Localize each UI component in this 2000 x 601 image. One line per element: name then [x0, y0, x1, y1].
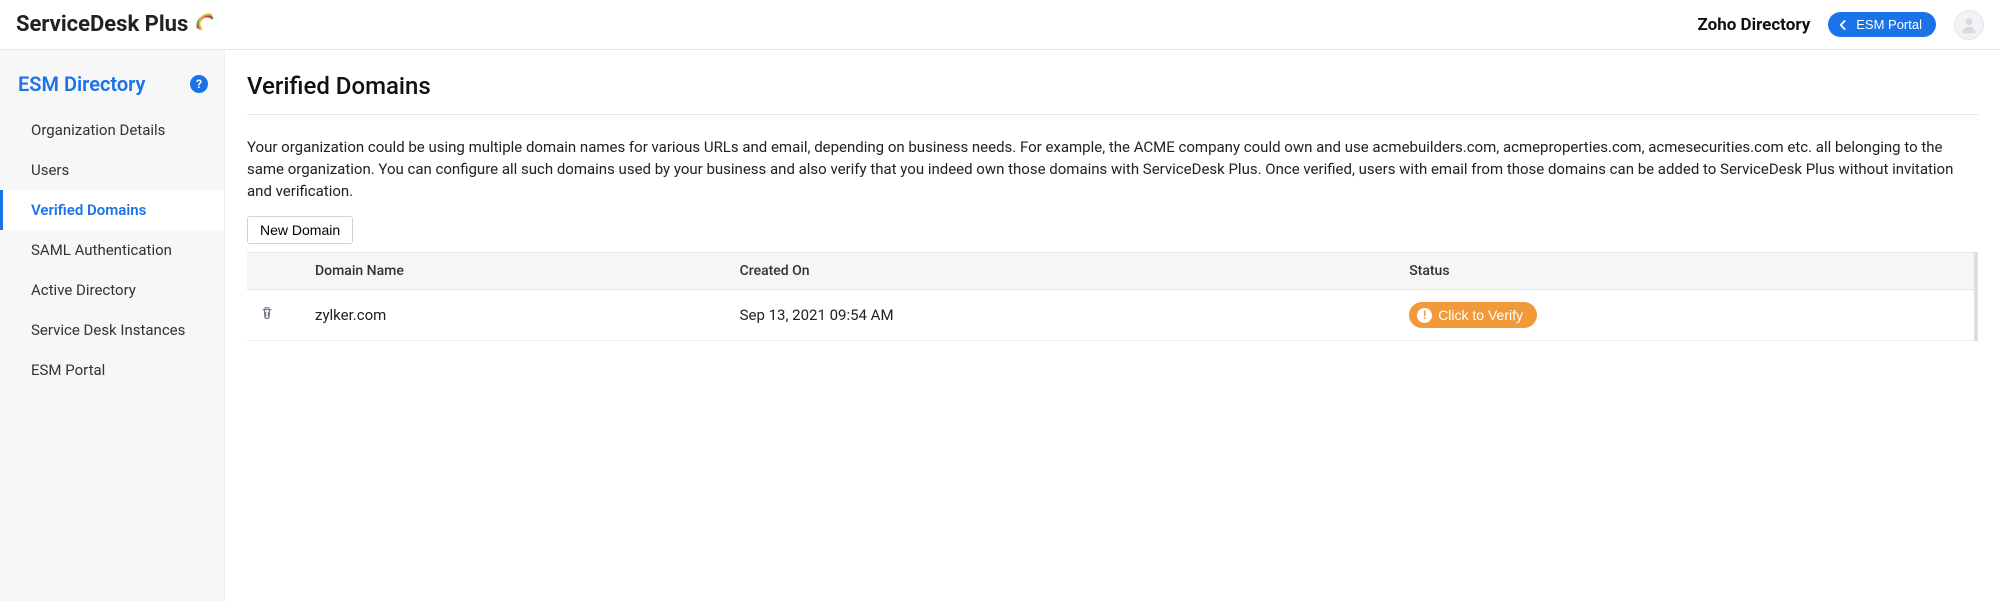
sidebar-title: ESM Directory	[18, 72, 145, 96]
topbar-right: Zoho Directory ESM Portal	[1697, 10, 1984, 40]
table-header-status: Status	[1397, 253, 1976, 290]
table-header-row: Domain Name Created On Status	[247, 253, 1976, 290]
person-icon	[1959, 15, 1979, 35]
avatar[interactable]	[1954, 10, 1984, 40]
sidebar-item-users[interactable]: Users	[0, 150, 224, 190]
trash-icon[interactable]	[259, 304, 275, 322]
table-header-domain: Domain Name	[303, 253, 728, 290]
esm-portal-button[interactable]: ESM Portal	[1828, 12, 1936, 37]
cell-domain: zylker.com	[303, 290, 728, 341]
table-header-created: Created On	[728, 253, 1398, 290]
sidebar: ESM Directory ? Organization Details Use…	[0, 50, 225, 601]
verify-button-label: Click to Verify	[1438, 307, 1523, 323]
logo-arc-icon	[194, 11, 216, 39]
main-content: Verified Domains Your organization could…	[225, 50, 2000, 601]
page-description: Your organization could be using multipl…	[247, 137, 1978, 202]
sidebar-item-organization-details[interactable]: Organization Details	[0, 110, 224, 150]
table-row: zylker.com Sep 13, 2021 09:54 AM ! Click…	[247, 290, 1976, 341]
alert-icon: !	[1417, 308, 1432, 323]
cell-created: Sep 13, 2021 09:54 AM	[728, 290, 1398, 341]
chevron-left-icon	[1836, 18, 1850, 32]
esm-portal-button-label: ESM Portal	[1856, 17, 1922, 32]
new-domain-button[interactable]: New Domain	[247, 216, 353, 244]
sidebar-item-verified-domains[interactable]: Verified Domains	[0, 190, 224, 230]
domains-table: Domain Name Created On Status zylker.com…	[247, 252, 1978, 341]
sidebar-item-saml-authentication[interactable]: SAML Authentication	[0, 230, 224, 270]
zoho-directory-label[interactable]: Zoho Directory	[1697, 15, 1810, 35]
sidebar-nav: Organization Details Users Verified Doma…	[0, 110, 224, 390]
sidebar-item-esm-portal[interactable]: ESM Portal	[0, 350, 224, 390]
help-icon[interactable]: ?	[190, 75, 208, 93]
click-to-verify-button[interactable]: ! Click to Verify	[1409, 302, 1537, 328]
topbar: ServiceDesk Plus Zoho Directory ESM Port…	[0, 0, 2000, 50]
sidebar-item-service-desk-instances[interactable]: Service Desk Instances	[0, 310, 224, 350]
table-header-actions	[247, 253, 303, 290]
app-logo[interactable]: ServiceDesk Plus	[16, 11, 216, 39]
app-name: ServiceDesk Plus	[16, 12, 188, 37]
sidebar-item-active-directory[interactable]: Active Directory	[0, 270, 224, 310]
page-title: Verified Domains	[247, 72, 1978, 115]
